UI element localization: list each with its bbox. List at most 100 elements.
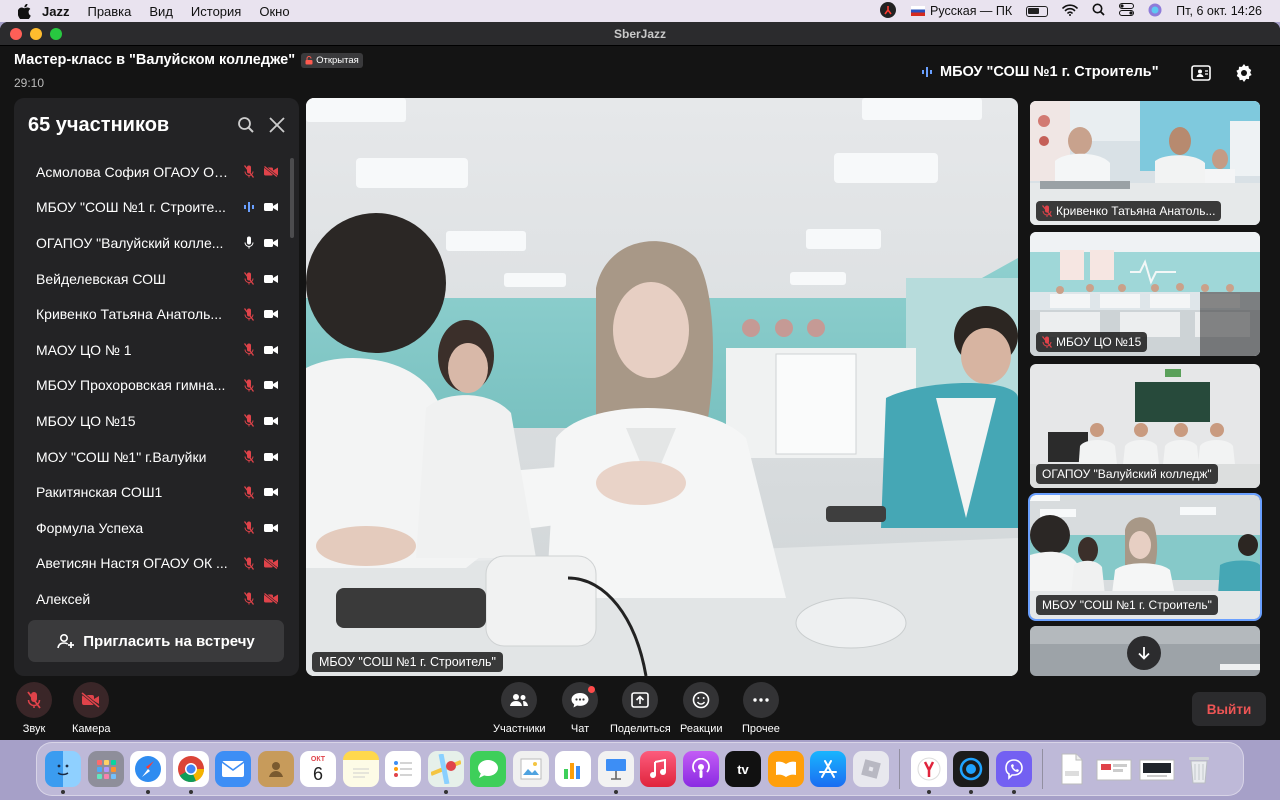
participant-row[interactable]: ОГАПОУ "Валуйский колле... (14, 225, 299, 261)
chat-button[interactable]: Чат (562, 682, 598, 735)
participant-name: МБОУ Прохоровская гимна... (36, 377, 226, 394)
invite-button-label: Пригласить на встречу (83, 632, 255, 650)
video-thumbnail-2[interactable]: МБОУ ЦО №15 (1030, 232, 1260, 356)
contacts-icon[interactable] (257, 751, 294, 787)
maps-icon[interactable] (427, 751, 464, 794)
participant-row[interactable]: Кривенко Татьяна Анатоль... (14, 296, 299, 332)
video-thumbnail-3[interactable]: ОГАПОУ "Валуйский колледж" (1030, 364, 1260, 488)
books-icon[interactable] (767, 751, 804, 787)
calendar-icon[interactable]: ОКТ 6 (300, 751, 336, 787)
share-screen-icon (622, 682, 659, 718)
layout-toggle-icon[interactable] (1190, 62, 1212, 84)
menu-edit[interactable]: Правка (87, 4, 131, 19)
apple-tv-label: tv (737, 761, 749, 777)
yandex-browser-icon[interactable] (910, 751, 947, 794)
roblox-icon[interactable] (852, 751, 889, 787)
apple-menu-icon[interactable] (16, 3, 32, 19)
close-window-button[interactable] (10, 27, 22, 40)
participants-scrollbar[interactable] (290, 158, 294, 238)
sound-toggle[interactable]: Звук (16, 682, 52, 735)
trash-icon[interactable] (1181, 751, 1217, 787)
participant-row[interactable]: Асмолова София ОГАОУ ОК ... (14, 154, 299, 190)
settings-gear-icon[interactable] (1233, 62, 1255, 84)
wifi-icon[interactable] (1062, 3, 1078, 19)
viber-icon[interactable] (995, 751, 1032, 794)
macos-menu-bar: Jazz Правка Вид История Окно Русская — П… (0, 0, 1280, 22)
menu-clock[interactable]: Пт, 6 окт. 14:26 (1176, 4, 1262, 18)
battery-icon[interactable] (1026, 5, 1049, 17)
muted-mic-icon (241, 378, 257, 392)
menu-view[interactable]: Вид (149, 4, 173, 19)
launchpad-icon[interactable] (87, 751, 124, 787)
thumbnail-2-label: МБОУ ЦО №15 (1036, 332, 1148, 352)
share-button[interactable]: Поделиться (610, 682, 671, 735)
camera-off-icon (263, 593, 279, 605)
participant-row[interactable]: МБОУ Прохоровская гимна... (14, 368, 299, 404)
numbers-icon[interactable] (555, 751, 591, 787)
chrome-icon[interactable] (172, 751, 209, 794)
zoom-window-button[interactable] (50, 27, 62, 40)
scroll-down-thumbnails-button[interactable] (1127, 636, 1161, 670)
ru-flag-icon (911, 6, 926, 16)
finder-icon[interactable] (45, 751, 81, 794)
participant-row[interactable]: МБОУ ЦО №15 (14, 403, 299, 439)
speaking-indicator-icon (241, 201, 257, 213)
app-store-icon[interactable] (810, 751, 846, 787)
window-titlebar[interactable]: SberJazz (0, 22, 1280, 46)
participants-button[interactable]: Участники (493, 682, 546, 735)
participant-row[interactable]: Алексей (14, 581, 299, 616)
minimize-window-button[interactable] (30, 27, 42, 40)
yandex-status-icon[interactable] (879, 1, 897, 22)
muted-mic-icon (241, 450, 257, 463)
menu-history[interactable]: История (191, 4, 241, 19)
muted-mic-icon (1042, 205, 1052, 217)
menu-app-name[interactable]: Jazz (42, 4, 69, 19)
camera-off-icon[interactable] (73, 682, 110, 718)
unlock-icon (305, 55, 313, 64)
main-video-tile[interactable]: МБОУ "СОШ №1 г. Строитель" (306, 98, 1018, 676)
muted-mic-icon[interactable] (16, 682, 52, 718)
menu-window[interactable]: Окно (259, 4, 289, 19)
pdf-document-icon[interactable] (1054, 751, 1090, 787)
screen-recording-thumbnail-icon[interactable] (1139, 751, 1175, 787)
music-icon[interactable] (640, 751, 676, 787)
participant-row[interactable]: Формула Успеха (14, 510, 299, 546)
participants-icon (501, 682, 538, 718)
notes-icon[interactable] (342, 751, 379, 787)
sberjazz-app-icon[interactable] (953, 751, 989, 794)
reactions-button[interactable]: Реакции (680, 682, 723, 735)
camera-icon (263, 416, 279, 426)
podcasts-icon[interactable] (682, 751, 719, 787)
participant-row[interactable]: Аветисян Настя ОГАОУ ОК ... (14, 546, 299, 582)
participant-row[interactable]: МОУ "СОШ №1" г.Валуйки (14, 439, 299, 475)
invite-to-meeting-button[interactable]: Пригласить на встречу (28, 620, 284, 662)
mail-icon[interactable] (215, 751, 251, 787)
spotlight-search-icon[interactable] (1092, 3, 1105, 19)
exit-meeting-button[interactable]: Выйти (1192, 692, 1266, 726)
video-thumbnail-4[interactable]: МБОУ "СОШ №1 г. Строитель" (1028, 493, 1262, 621)
screenshot-thumbnail-icon[interactable] (1096, 751, 1132, 787)
messages-icon[interactable] (470, 751, 506, 787)
participant-row[interactable]: Вейделевская СОШ (14, 261, 299, 297)
close-icon[interactable] (269, 117, 285, 133)
meeting-header: Мастер-класс в "Валуйском колледже" Откр… (0, 46, 1280, 96)
reminders-icon[interactable] (385, 751, 421, 787)
participant-row[interactable]: МАОУ ЦО № 1 (14, 332, 299, 368)
keynote-icon[interactable] (597, 751, 634, 794)
camera-icon (263, 345, 279, 355)
participant-row[interactable]: Ракитянская СОШ1 (14, 474, 299, 510)
camera-toggle[interactable]: Камера (72, 682, 110, 735)
safari-icon[interactable] (130, 751, 166, 794)
video-thumbnail-1[interactable]: Кривенко Татьяна Анатоль... (1030, 101, 1260, 225)
preview-icon[interactable] (512, 751, 549, 787)
dock-separator (899, 749, 900, 789)
control-center-icon[interactable] (1119, 3, 1135, 19)
search-icon[interactable] (237, 116, 255, 134)
more-button[interactable]: Прочее (742, 682, 780, 735)
participant-row[interactable]: МБОУ "СОШ №1 г. Строите... (14, 190, 299, 226)
muted-mic-icon (241, 165, 257, 179)
apple-tv-icon[interactable]: tv (725, 751, 761, 787)
participants-list[interactable]: Асмолова София ОГАОУ ОК ... МБОУ "СОШ №1 … (14, 154, 299, 616)
keyboard-layout[interactable]: Русская — ПК (911, 4, 1012, 18)
siri-icon[interactable] (1148, 3, 1162, 20)
